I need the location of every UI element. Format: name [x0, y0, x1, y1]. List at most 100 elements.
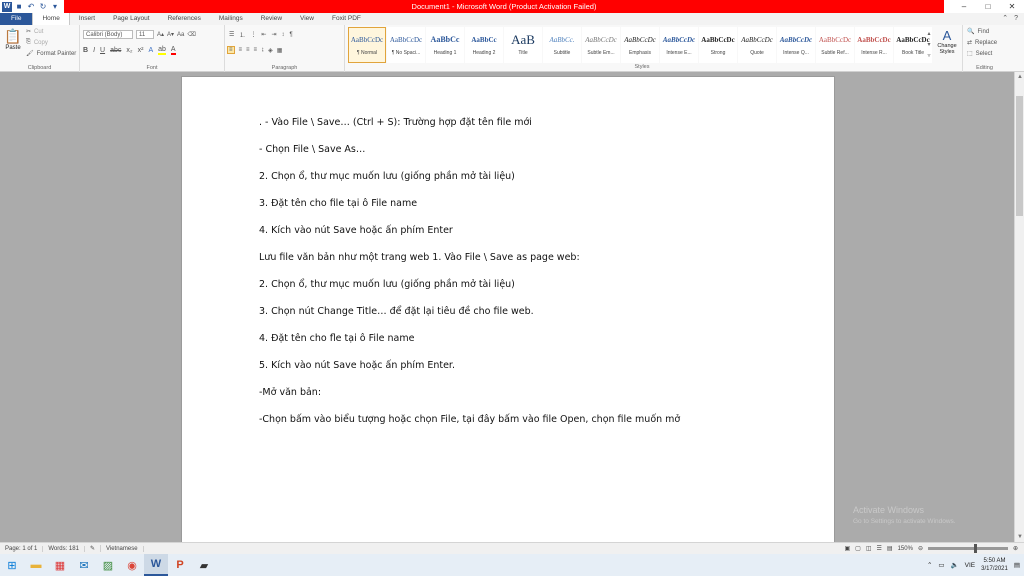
- page-count[interactable]: Page: 1 of 1: [0, 545, 44, 552]
- superscript-icon[interactable]: x²: [138, 47, 144, 54]
- zoom-in-icon[interactable]: ⊕: [1013, 545, 1018, 552]
- tab-file[interactable]: File: [0, 13, 33, 25]
- photos-icon[interactable]: ▨: [96, 554, 120, 576]
- mail-icon[interactable]: ✉: [72, 554, 96, 576]
- italic-icon[interactable]: I: [93, 47, 95, 54]
- sort-icon[interactable]: ↕: [281, 32, 284, 38]
- word-taskbar-icon[interactable]: W: [144, 554, 168, 576]
- subscript-icon[interactable]: x₂: [126, 47, 132, 54]
- paste-button[interactable]: 📋 Paste: [4, 28, 22, 51]
- undo-icon[interactable]: ↶: [26, 2, 36, 12]
- numbering-icon[interactable]: ⒈: [239, 30, 245, 39]
- powerpoint-icon[interactable]: P: [168, 554, 192, 576]
- tab-view[interactable]: View: [291, 13, 323, 25]
- line-spacing-icon[interactable]: ↨: [261, 47, 264, 53]
- clock[interactable]: 5:50 AM 3/17/2021: [981, 557, 1008, 573]
- zoom-level[interactable]: 150%: [898, 546, 913, 552]
- chrome-icon[interactable]: ◉: [120, 554, 144, 576]
- notifications-icon[interactable]: ▤: [1014, 561, 1020, 569]
- help-icon[interactable]: ?: [1014, 13, 1018, 25]
- style-no-spacing[interactable]: AaBbCcDc ¶ No Spaci...: [387, 27, 425, 63]
- proofing-icon[interactable]: ✎: [85, 545, 101, 552]
- style-quote[interactable]: AaBbCcDc Quote: [738, 27, 776, 63]
- outline-icon[interactable]: ☰: [877, 545, 882, 552]
- font-color-icon[interactable]: A: [170, 46, 176, 55]
- show-marks-icon[interactable]: ¶: [289, 32, 292, 38]
- style-intense-quote[interactable]: AaBbCcDc Intense Q...: [777, 27, 815, 63]
- style-strong[interactable]: AaBbCcDc Strong: [699, 27, 737, 63]
- calendar-icon[interactable]: ▦: [48, 554, 72, 576]
- borders-icon[interactable]: ▦: [277, 47, 283, 54]
- tab-review[interactable]: Review: [252, 13, 291, 25]
- ribbon-minimize-icon[interactable]: ⌃: [1002, 13, 1008, 25]
- style-intense-emphasis[interactable]: AaBbCcDc Intense E...: [660, 27, 698, 63]
- grow-font-icon[interactable]: A▴: [157, 31, 164, 38]
- replace-button[interactable]: ⇄ Replace: [967, 39, 997, 47]
- highlight-icon[interactable]: ab: [158, 46, 166, 55]
- word-count[interactable]: Words: 181: [43, 545, 85, 552]
- tray-expand-icon[interactable]: ⌃: [927, 561, 932, 569]
- copy-button[interactable]: ⎘ Copy: [26, 39, 48, 46]
- vertical-scrollbar[interactable]: ▲ ▼: [1014, 72, 1024, 542]
- shading-icon[interactable]: ◈: [268, 47, 273, 54]
- shrink-font-icon[interactable]: A▾: [167, 31, 174, 38]
- language-indicator[interactable]: Vietnamese: [101, 545, 144, 552]
- align-center-icon[interactable]: ≡: [239, 47, 243, 53]
- select-button[interactable]: ⬚ Select: [967, 50, 992, 58]
- minimize-button[interactable]: –: [952, 0, 976, 13]
- font-name-box[interactable]: Calibri (Body): [83, 30, 133, 39]
- language-indicator-tray[interactable]: VIE: [965, 562, 975, 569]
- cut-button[interactable]: ✂ Cut: [26, 28, 43, 36]
- tab-mailings[interactable]: Mailings: [210, 13, 252, 25]
- change-case-icon[interactable]: Aa: [177, 32, 184, 38]
- style-subtle-reference[interactable]: AaBbCcDc Subtle Ref...: [816, 27, 854, 63]
- style-heading-2[interactable]: AaBbCc Heading 2: [465, 27, 503, 63]
- document-page[interactable]: . - Vào File \ Save… (Ctrl + S): Trường …: [181, 76, 835, 546]
- font-size-box[interactable]: 11: [136, 30, 154, 39]
- style-subtitle[interactable]: AaBbCc. Subtitle: [543, 27, 581, 63]
- full-screen-icon[interactable]: ▢: [855, 545, 861, 552]
- style-normal[interactable]: AaBbCcDc ¶ Normal: [348, 27, 386, 63]
- zoom-out-icon[interactable]: ⊖: [918, 545, 923, 552]
- align-left-icon[interactable]: ≡: [227, 46, 235, 54]
- strikethrough-icon[interactable]: abc: [110, 47, 121, 54]
- bullets-icon[interactable]: ☰: [229, 31, 234, 38]
- clear-format-icon[interactable]: ⌫: [187, 31, 195, 38]
- style-intense-reference[interactable]: AaBbCcDc Intense R...: [855, 27, 893, 63]
- align-right-icon[interactable]: ≡: [246, 47, 250, 53]
- close-button[interactable]: ✕: [1000, 0, 1024, 13]
- tab-page-layout[interactable]: Page Layout: [104, 13, 159, 25]
- format-painter-button[interactable]: 🖌 Format Painter: [26, 50, 76, 58]
- customize-qat-icon[interactable]: ▾: [50, 2, 60, 12]
- scroll-up-icon[interactable]: ▲: [1015, 74, 1024, 80]
- zoom-slider-knob[interactable]: [973, 544, 977, 553]
- tab-foxit-pdf[interactable]: Foxit PDF: [323, 13, 370, 25]
- web-layout-icon[interactable]: ◫: [866, 545, 872, 552]
- volume-icon[interactable]: 🔈: [951, 561, 959, 569]
- scroll-thumb[interactable]: [1016, 96, 1023, 216]
- tab-references[interactable]: References: [159, 13, 210, 25]
- justify-icon[interactable]: ≡: [254, 47, 258, 53]
- find-button[interactable]: 🔍 Find: [967, 28, 989, 36]
- decrease-indent-icon[interactable]: ⇤: [261, 31, 266, 38]
- change-styles-button[interactable]: A Change Styles: [934, 28, 960, 55]
- network-icon[interactable]: ▭: [938, 561, 944, 569]
- tab-insert[interactable]: Insert: [70, 13, 104, 25]
- styles-scroll-icon[interactable]: ▴ ▾ ▿: [925, 29, 933, 62]
- save-icon[interactable]: ■: [14, 2, 24, 12]
- windows-start-icon[interactable]: ⊞: [0, 554, 24, 576]
- redo-icon[interactable]: ↻: [38, 2, 48, 12]
- bold-icon[interactable]: B: [83, 47, 88, 54]
- scroll-down-icon[interactable]: ▼: [1015, 534, 1024, 540]
- text-effects-icon[interactable]: A: [148, 47, 153, 54]
- increase-indent-icon[interactable]: ⇥: [271, 31, 276, 38]
- draft-icon[interactable]: ▤: [887, 545, 893, 552]
- maximize-button[interactable]: □: [976, 0, 1000, 13]
- style-title[interactable]: AaB Title: [504, 27, 542, 63]
- sticky-notes-icon[interactable]: ▰: [192, 554, 216, 576]
- multilevel-list-icon[interactable]: ⋮: [250, 31, 256, 38]
- file-explorer-icon[interactable]: ▬: [24, 554, 48, 576]
- zoom-slider[interactable]: [927, 544, 1008, 553]
- style-subtle-emphasis[interactable]: AaBbCcDc Subtle Em...: [582, 27, 620, 63]
- print-layout-icon[interactable]: ▣: [845, 545, 851, 552]
